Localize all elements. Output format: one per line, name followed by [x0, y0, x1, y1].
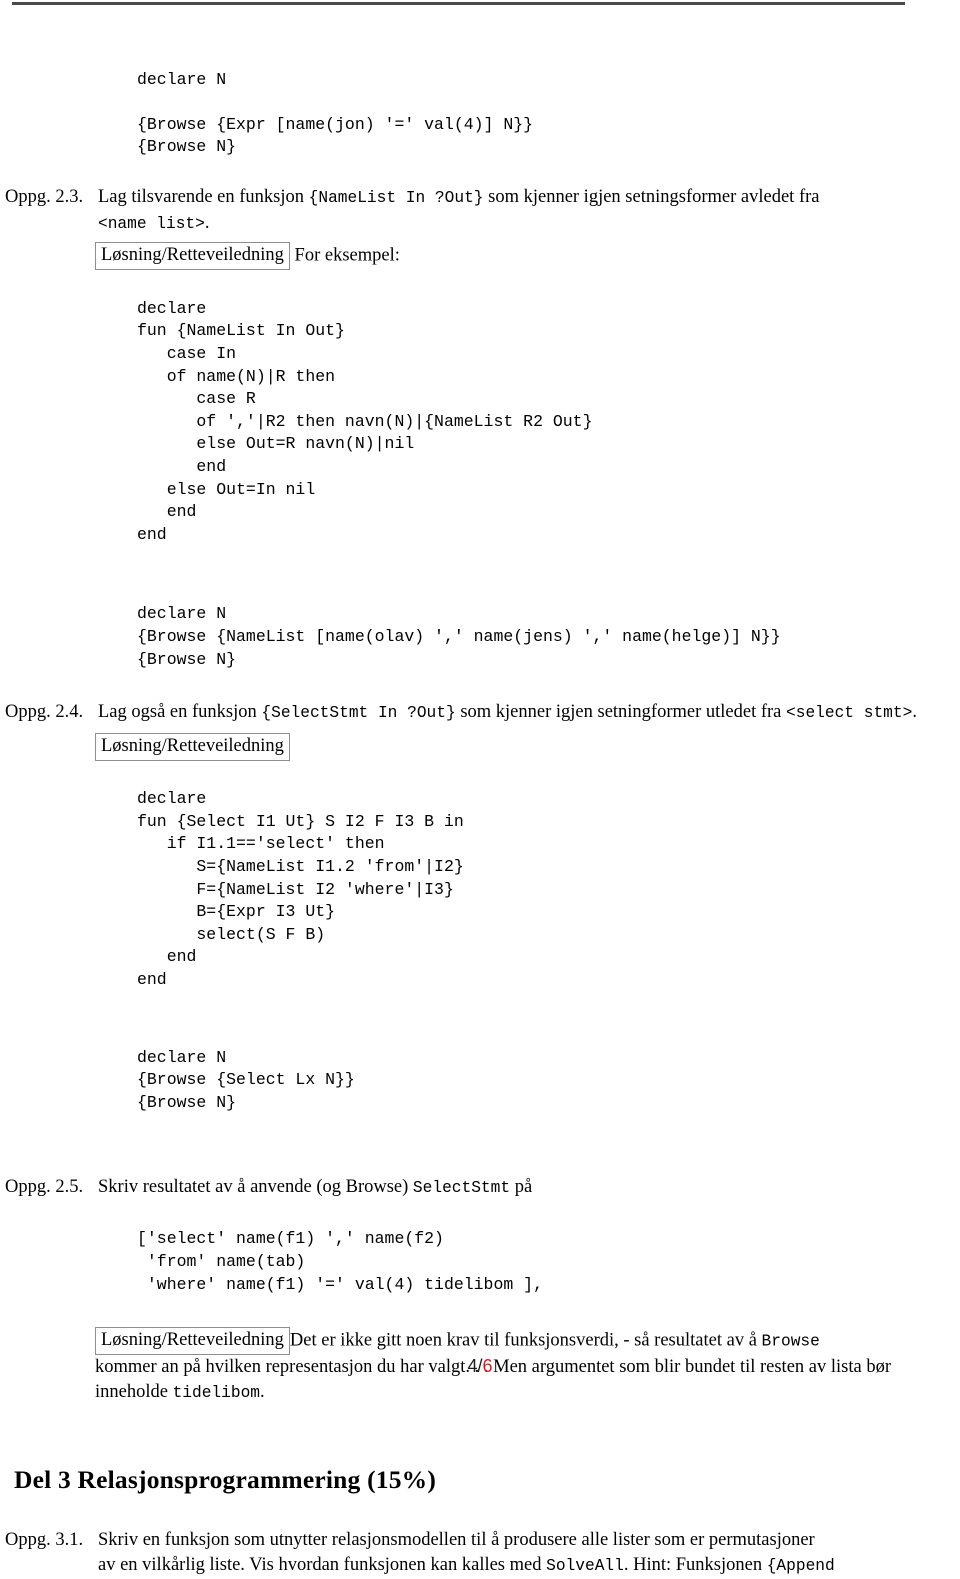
exercise-2-5-body: Skriv resultatet av å anvende (og Browse…	[98, 1175, 960, 1201]
exercise-2-5-text-1: Skriv resultatet av å anvende (og Browse…	[98, 1176, 413, 1197]
solution-badge-2-4: Løsning/Retteveiledning	[95, 732, 290, 761]
exercise-3-1: Oppg. 3.1. Skriv en funksjon som utnytte…	[0, 1528, 960, 1579]
exercise-2-3-label: Oppg. 2.3.	[5, 187, 84, 208]
solution-answer-2-5-text-a: Det er ikke gitt noen krav til funksjons…	[289, 1329, 762, 1350]
exercise-2-3-text-3: .	[204, 213, 210, 234]
exercise-3-1-body: Skriv en funksjon som utnytter relasjons…	[98, 1528, 960, 1579]
code-block-namelist-usage: declare N {Browse {NameList [name(olav) …	[137, 604, 781, 669]
solution-answer-2-5: Løsning/Retteveiledning Det er ikke gitt …	[0, 1326, 960, 1355]
exercise-3-1-line-2a: av en vilkårlig liste. Vis hvordan funks…	[98, 1554, 547, 1575]
exercise-2-3: Oppg. 2.3. Lag tilsvarende en funksjon {…	[0, 185, 960, 237]
exercise-2-4: Oppg. 2.4. Lag også en funksjon {SelectS…	[0, 700, 960, 726]
code-block-select-usage: declare N {Browse {Select Lx N}} {Browse…	[137, 1047, 355, 1112]
exercise-2-4-text-2: som kjenner igjen setningformer utledet …	[455, 701, 787, 722]
code-block-select-definition: declare fun {Select I1 Ut} S I2 F I3 B i…	[137, 789, 464, 989]
exercise-2-5-code-1: SelectStmt	[412, 1178, 511, 1197]
exercise-2-4-text-3: .	[912, 701, 917, 722]
exercise-3-1-line-2b: . Hint: Funksjonen	[623, 1554, 767, 1575]
exercise-2-3-code-2: <name list>	[98, 215, 205, 234]
exercise-2-3-text-2: som kjenner igjen setningsformer avledet…	[483, 187, 820, 208]
solution-badge-2-3: Løsning/Retteveiledning	[95, 242, 290, 271]
exercise-2-3-code-1: {NameList In ?Out}	[308, 189, 484, 208]
solution-line-2-3: Løsning/Retteveiledning For eksempel:	[95, 242, 960, 271]
solution-badge-2-5: Løsning/Retteveiledning	[95, 1326, 290, 1355]
solution-answer-2-5-code-tidelibom: tidelibom	[172, 1384, 261, 1403]
exercise-2-3-body: Lag tilsvarende en funksjon {NameList In…	[98, 185, 960, 237]
document-page: declare N {Browse {Expr [name(jon) '=' v…	[0, 0, 960, 1575]
exercise-2-5-text-2: på	[510, 1176, 533, 1197]
page-content: declare N {Browse {Expr [name(jon) '=' v…	[0, 0, 960, 1579]
exercise-2-4-text-1: Lag også en funksjon	[98, 701, 262, 722]
code-block-expr-usage: declare N {Browse {Expr [name(jon) '=' v…	[137, 69, 534, 157]
solution-answer-2-5-text-c: .	[260, 1382, 265, 1403]
page-footer: 4/6	[0, 1356, 960, 1377]
exercise-2-4-label: Oppg. 2.4.	[5, 701, 84, 722]
footer-current-page: 4	[467, 1356, 478, 1376]
footer-total-pages: 6	[482, 1356, 493, 1376]
exercise-3-1-label: Oppg. 3.1.	[5, 1529, 84, 1550]
solution-2-3-trailing-text: For eksempel:	[294, 245, 400, 266]
solution-line-2-4: Løsning/Retteveiledning	[95, 732, 960, 761]
exercise-2-5-label: Oppg. 2.5.	[5, 1176, 84, 1197]
exercise-2-4-code-1: {SelectStmt In ?Out}	[261, 703, 456, 722]
exercise-2-3-text-1: Lag tilsvarende en funksjon	[98, 187, 309, 208]
part-3-heading: Del 3 Relasjonsprogrammering (15%)	[14, 1464, 437, 1494]
exercise-2-4-body: Lag også en funksjon {SelectStmt In ?Out…	[98, 700, 960, 726]
solution-answer-2-5-code-browse: Browse	[761, 1331, 820, 1350]
code-block-namelist-definition: declare fun {NameList In Out} case In of…	[137, 298, 593, 544]
exercise-3-1-code-append: {Append	[766, 1556, 835, 1575]
exercise-2-4-code-2: <select stmt>	[786, 703, 913, 722]
exercise-3-1-code-solveall: SolveAll	[546, 1556, 624, 1575]
exercise-2-5: Oppg. 2.5. Skriv resultatet av å anvende…	[0, 1175, 960, 1201]
exercise-3-1-line-1: Skriv en funksjon som utnytter relasjons…	[98, 1529, 815, 1550]
code-block-select-query-literal: ['select' name(f1) ',' name(f2) 'from' n…	[137, 1229, 543, 1294]
